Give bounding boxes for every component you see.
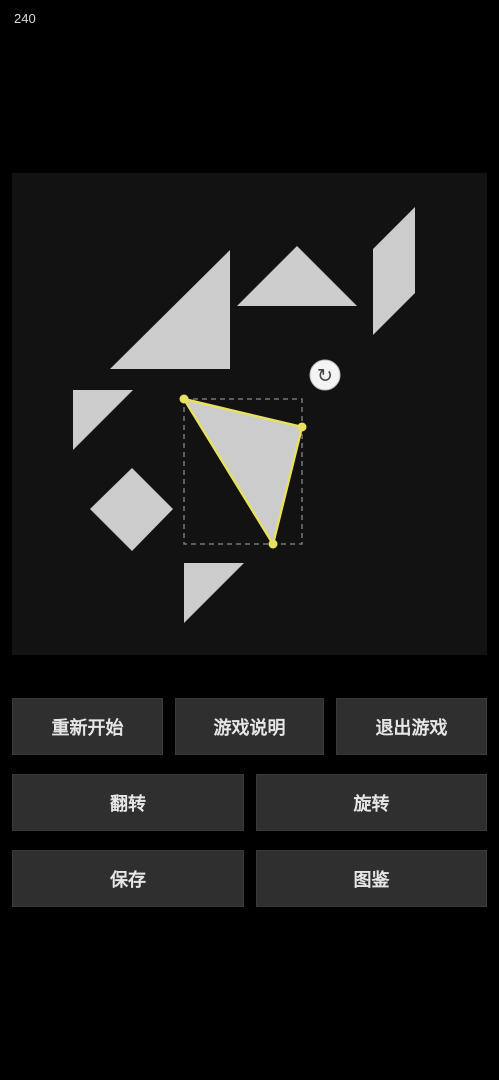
parallelogram-piece[interactable] <box>373 207 415 335</box>
small-triangle-piece-1[interactable] <box>73 390 133 450</box>
restart-button[interactable]: 重新开始 <box>12 698 163 755</box>
large-triangle-piece[interactable] <box>110 250 230 369</box>
vertex-handle-3[interactable] <box>268 539 278 549</box>
selected-triangle-piece[interactable] <box>182 397 304 546</box>
tangram-canvas[interactable]: ↻ <box>12 173 487 655</box>
rotate-cw-icon: ↻ <box>317 365 333 387</box>
rotate-handle[interactable]: ↻ <box>309 359 341 391</box>
square-piece[interactable] <box>90 468 173 551</box>
vertex-handle-1[interactable] <box>179 394 189 404</box>
vertex-handle-2[interactable] <box>297 422 307 432</box>
gallery-button[interactable]: 图鉴 <box>256 850 487 907</box>
instructions-button[interactable]: 游戏说明 <box>175 698 324 755</box>
save-button[interactable]: 保存 <box>12 850 244 907</box>
score-counter: 240 <box>14 11 36 26</box>
medium-triangle-piece[interactable] <box>237 246 357 306</box>
game-screen: 240 ↻ 重新开始 游戏说明 退出游戏 翻转 旋转 保存 图鉴 <box>0 0 499 1080</box>
tangram-board[interactable]: ↻ <box>12 173 487 655</box>
exit-game-button[interactable]: 退出游戏 <box>336 698 487 755</box>
flip-button[interactable]: 翻转 <box>12 774 244 831</box>
rotate-button[interactable]: 旋转 <box>256 774 487 831</box>
small-triangle-piece-2[interactable] <box>184 563 244 623</box>
